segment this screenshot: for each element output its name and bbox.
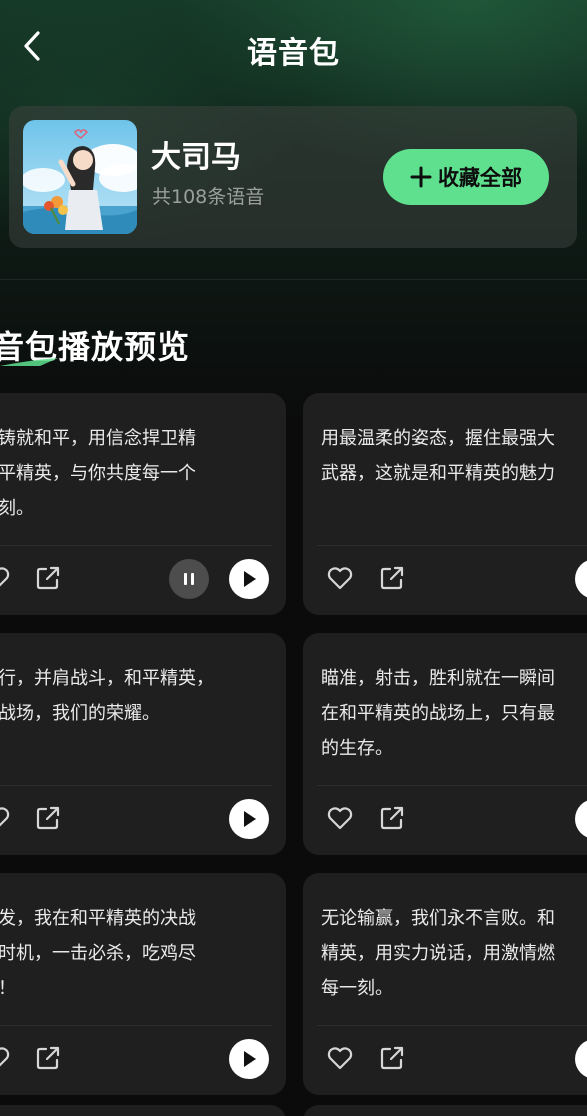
play-button[interactable]: [575, 799, 587, 839]
share-icon[interactable]: [33, 563, 63, 593]
play-icon: [244, 571, 256, 587]
voice-text: 手同行，并肩战斗，和平精英， 们的战场，我们的荣耀。: [0, 668, 214, 724]
voice-card[interactable]: 瞄准，射击，胜利就在一瞬间 在和平精英的战场上，只有最 的生存。: [303, 633, 587, 855]
heart-icon[interactable]: [0, 563, 12, 593]
voice-card[interactable]: 热血铸就和平，用信念捍卫精 ，和平精英，与你共度每一个 战时刻。: [0, 393, 286, 615]
top-nav: 语音包: [0, 0, 587, 96]
favorite-all-label: 收藏全部: [438, 166, 522, 190]
play-button[interactable]: [229, 799, 269, 839]
accent-swoosh: [0, 358, 58, 366]
card-divider: [317, 1025, 587, 1026]
card-divider: [317, 785, 587, 786]
heart-icon[interactable]: [325, 1043, 355, 1073]
voice-card[interactable]: [0, 1105, 286, 1116]
voice-text: 热血铸就和平，用信念捍卫精 ，和平精英，与你共度每一个 战时刻。: [0, 428, 196, 519]
share-icon[interactable]: [33, 803, 63, 833]
share-icon[interactable]: [377, 1043, 407, 1073]
heart-icon[interactable]: [0, 803, 12, 833]
pause-button[interactable]: [169, 559, 209, 599]
heart-icon[interactable]: [325, 803, 355, 833]
card-divider: [317, 545, 587, 546]
divider: [0, 279, 587, 280]
voice-text: 钧一发，我在和平精英的决战 抓住时机，一击必杀，吃鸡尽 掌控！: [0, 908, 196, 999]
play-icon: [244, 1051, 256, 1067]
pause-icon: [184, 573, 194, 585]
heart-icon[interactable]: [0, 1043, 12, 1073]
play-button[interactable]: [229, 1039, 269, 1079]
card-divider: [0, 545, 272, 546]
voice-grid: 热血铸就和平，用信念捍卫精 ，和平精英，与你共度每一个 战时刻。 用最温柔的姿态…: [0, 393, 587, 1116]
voice-card[interactable]: [303, 1105, 587, 1116]
voice-text: 瞄准，射击，胜利就在一瞬间 在和平精英的战场上，只有最 的生存。: [321, 668, 555, 759]
heart-icon[interactable]: [325, 563, 355, 593]
play-button[interactable]: [229, 559, 269, 599]
voice-text: 无论输赢，我们永不言败。和 精英，用实力说话，用激情燃 每一刻。: [321, 908, 555, 999]
play-button[interactable]: [575, 559, 587, 599]
page-title: 语音包: [247, 36, 340, 71]
voice-text: 用最温柔的姿态，握住最强大 武器，这就是和平精英的魅力: [321, 428, 555, 484]
pack-voice-count: 共108条语音: [152, 186, 265, 208]
card-divider: [0, 785, 272, 786]
pack-name: 大司马: [151, 140, 241, 175]
voice-card[interactable]: 用最温柔的姿态，握住最强大 武器，这就是和平精英的魅力: [303, 393, 587, 615]
pack-cover-image: [23, 120, 137, 234]
play-button[interactable]: [575, 1039, 587, 1079]
favorite-all-button[interactable]: 收藏全部: [383, 149, 549, 205]
share-icon[interactable]: [33, 1043, 63, 1073]
voice-card[interactable]: 手同行，并肩战斗，和平精英， 们的战场，我们的荣耀。: [0, 633, 286, 855]
voice-card[interactable]: 钧一发，我在和平精英的决战 抓住时机，一击必杀，吃鸡尽 掌控！: [0, 873, 286, 1095]
voice-card[interactable]: 无论输赢，我们永不言败。和 精英，用实力说话，用激情燃 每一刻。: [303, 873, 587, 1095]
card-divider: [0, 1025, 272, 1026]
share-icon[interactable]: [377, 803, 407, 833]
play-icon: [244, 811, 256, 827]
voice-pack-card: 大司马 共108条语音 收藏全部: [9, 106, 577, 248]
plus-icon: [410, 166, 432, 188]
share-icon[interactable]: [377, 563, 407, 593]
